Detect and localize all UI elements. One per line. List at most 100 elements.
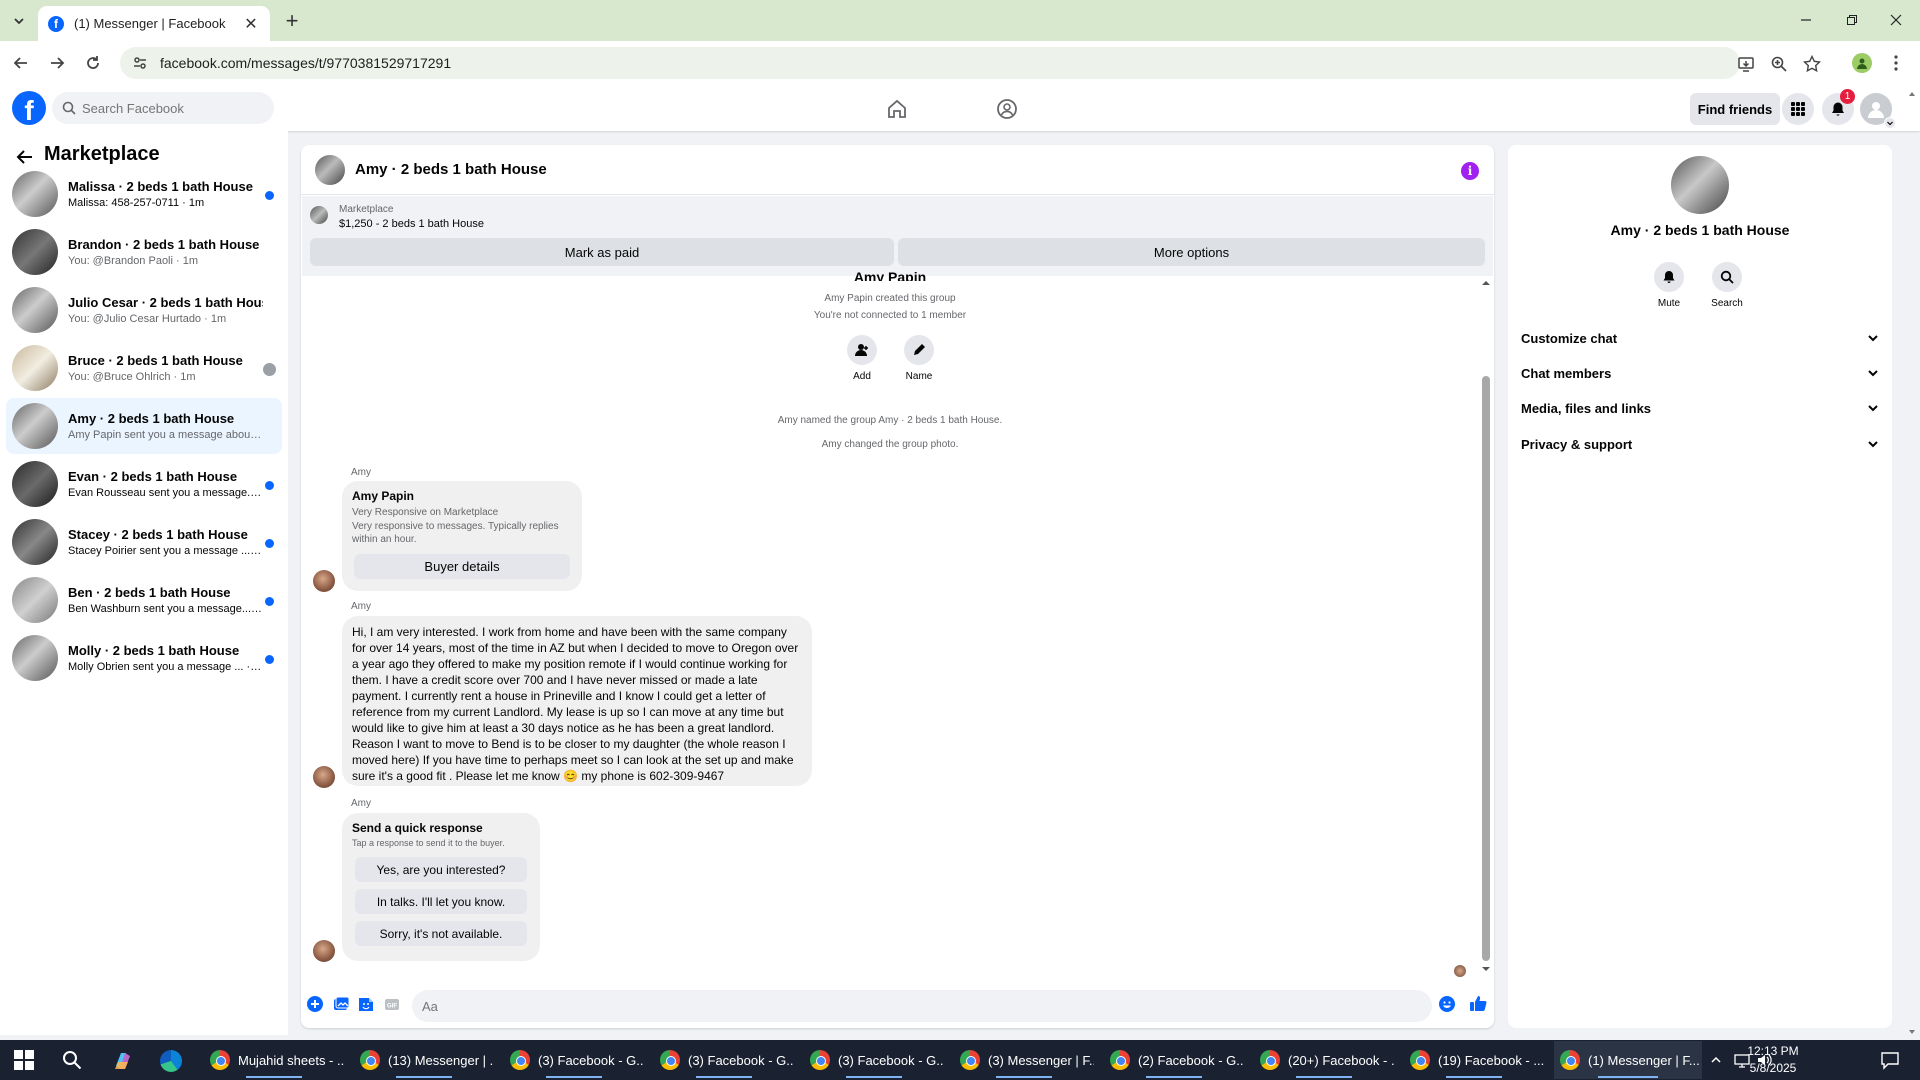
taskbar-item[interactable]: Mujahid sheets - ... xyxy=(204,1041,344,1079)
copilot-icon[interactable] xyxy=(112,1050,134,1072)
taskbar-item[interactable]: (20+) Facebook - ... xyxy=(1254,1041,1394,1079)
minimize-button[interactable] xyxy=(1786,8,1826,32)
conversation-item[interactable]: Ben · 2 beds 1 bath House Ben Washburn se… xyxy=(6,572,282,628)
conversation-item-active[interactable]: Amy · 2 beds 1 bath House Amy Papin sent … xyxy=(6,398,282,454)
facebook-favicon-icon: f xyxy=(48,15,64,32)
close-window-button[interactable] xyxy=(1876,8,1916,32)
sender-avatar[interactable] xyxy=(313,570,335,592)
quick-response-option[interactable]: In talks. I'll let you know. xyxy=(355,889,527,914)
quick-response-option[interactable]: Yes, are you interested? xyxy=(355,857,527,882)
install-app-icon[interactable] xyxy=(1737,55,1755,73)
groups-icon[interactable] xyxy=(995,97,1019,121)
sender-avatar[interactable] xyxy=(313,940,335,962)
restore-button[interactable] xyxy=(1832,8,1872,32)
sender-avatar[interactable] xyxy=(313,766,335,788)
tray-chevron-up-icon[interactable] xyxy=(1710,1054,1722,1066)
tab-search-chevron-icon[interactable] xyxy=(8,10,30,32)
privacy-support-section[interactable]: Privacy & support xyxy=(1521,429,1879,459)
menu-grid-icon[interactable] xyxy=(1782,93,1814,125)
taskbar-item-label: (2) Facebook - G... xyxy=(1138,1052,1244,1068)
message-bubble[interactable]: Hi, I am very interested. I work from ho… xyxy=(342,616,812,786)
taskbar-item[interactable]: (3) Facebook - G... xyxy=(504,1041,644,1079)
bookmark-star-icon[interactable] xyxy=(1803,55,1821,73)
chat-avatar[interactable] xyxy=(315,154,345,185)
conversation-item[interactable]: Bruce · 2 beds 1 bath House You: @Bruce O… xyxy=(6,340,282,396)
add-member-button[interactable]: Add xyxy=(840,335,884,382)
scrollbar-thumb[interactable] xyxy=(1482,376,1490,961)
listing-thumbnail[interactable] xyxy=(310,206,328,224)
close-tab-icon[interactable]: ✕ xyxy=(242,14,260,34)
mute-button[interactable]: Mute xyxy=(1644,262,1694,309)
edge-browser-icon[interactable] xyxy=(160,1050,182,1072)
media-files-links-section[interactable]: Media, files and links xyxy=(1521,393,1879,423)
message-input[interactable] xyxy=(412,990,1432,1022)
forward-arrow-icon[interactable] xyxy=(44,50,70,76)
customize-chat-section[interactable]: Customize chat xyxy=(1521,323,1879,353)
facebook-search[interactable] xyxy=(52,92,274,124)
sticker-icon[interactable] xyxy=(356,994,376,1014)
address-bar[interactable]: facebook.com/messages/t/9770381529717291 xyxy=(120,47,1740,79)
conversation-item[interactable]: Brandon · 2 beds 1 bath House You: @Brand… xyxy=(6,224,282,280)
search-input[interactable] xyxy=(82,100,262,116)
search-conversation-button[interactable]: Search xyxy=(1702,262,1752,309)
site-info-icon[interactable] xyxy=(132,55,148,71)
sender-name: Amy xyxy=(351,467,371,478)
gif-icon[interactable]: GIF xyxy=(382,994,402,1014)
taskbar-item[interactable]: (3) Facebook - G... xyxy=(654,1041,794,1079)
browser-menu-icon[interactable] xyxy=(1890,53,1902,73)
mark-as-paid-button[interactable]: Mark as paid xyxy=(310,238,894,266)
name-group-button[interactable]: Name xyxy=(897,335,941,382)
notification-center-icon[interactable] xyxy=(1880,1050,1900,1070)
conversation-name: Molly · 2 beds 1 bath House xyxy=(68,643,240,658)
home-icon[interactable] xyxy=(885,97,909,121)
chrome-icon xyxy=(360,1050,380,1070)
scroll-up-arrow-icon[interactable] xyxy=(1480,278,1492,288)
taskbar-search-icon[interactable] xyxy=(62,1050,82,1070)
taskbar-item[interactable]: (19) Facebook - ... xyxy=(1404,1041,1544,1079)
conversation-item[interactable]: Julio Cesar · 2 beds 1 bath House You: @J… xyxy=(6,282,282,338)
buyer-profile-card: Amy Papin Very Responsive on Marketplace… xyxy=(342,481,582,591)
browser-tab-active[interactable]: f (1) Messenger | Facebook ✕ xyxy=(38,6,270,41)
conversation-item[interactable]: Malissa · 2 beds 1 bath House Malissa: 45… xyxy=(6,166,282,222)
account-chevron-icon[interactable] xyxy=(1884,117,1896,129)
taskbar-item[interactable]: (13) Messenger | ... xyxy=(354,1041,494,1079)
url-text[interactable]: facebook.com/messages/t/9770381529717291 xyxy=(160,55,451,71)
chat-members-section[interactable]: Chat members xyxy=(1521,358,1879,388)
find-friends-button[interactable]: Find friends xyxy=(1690,93,1780,125)
info-icon[interactable]: i xyxy=(1461,162,1479,180)
listing-title[interactable]: $1,250 - 2 beds 1 bath House xyxy=(339,218,484,230)
chrome-icon xyxy=(1560,1050,1580,1070)
conversation-item[interactable]: Evan · 2 beds 1 bath House Evan Rousseau … xyxy=(6,456,282,512)
taskbar-item-label: (3) Facebook - G... xyxy=(688,1052,794,1068)
plus-circle-icon[interactable] xyxy=(305,994,325,1014)
quick-response-option[interactable]: Sorry, it's not available. xyxy=(355,921,527,946)
new-tab-button[interactable]: + xyxy=(280,8,304,33)
facebook-logo-icon[interactable]: f xyxy=(12,91,46,125)
chat-details-panel xyxy=(1508,145,1892,1028)
group-avatar[interactable] xyxy=(1671,156,1729,214)
back-arrow-icon[interactable] xyxy=(14,146,36,168)
taskbar-item[interactable]: (3) Facebook - G... xyxy=(804,1041,944,1079)
conversation-item[interactable]: Molly · 2 beds 1 bath House Molly Obrien … xyxy=(6,630,282,686)
system-clock[interactable]: 12:13 PM 5/8/2025 xyxy=(1728,1043,1818,1077)
chat-title[interactable]: Amy · 2 beds 1 bath House xyxy=(355,161,547,178)
zoom-icon[interactable] xyxy=(1770,55,1788,73)
scroll-down-arrow-icon[interactable] xyxy=(1480,964,1492,974)
photo-icon[interactable] xyxy=(331,994,351,1014)
chrome-icon xyxy=(660,1050,680,1070)
page-scroll-down-icon[interactable] xyxy=(1908,1028,1916,1036)
buyer-details-button[interactable]: Buyer details xyxy=(354,554,570,579)
like-thumb-icon[interactable] xyxy=(1468,994,1488,1014)
more-options-button[interactable]: More options xyxy=(898,238,1485,266)
taskbar-item-active[interactable]: (1) Messenger | F... xyxy=(1554,1041,1702,1079)
profile-avatar-icon[interactable] xyxy=(1852,53,1872,73)
reload-icon[interactable] xyxy=(80,50,106,76)
windows-start-icon[interactable] xyxy=(14,1050,34,1070)
conversation-item[interactable]: Stacey · 2 beds 1 bath House Stacey Poiri… xyxy=(6,514,282,570)
taskbar-item[interactable]: (3) Messenger | F... xyxy=(954,1041,1094,1079)
taskbar-item[interactable]: (2) Facebook - G... xyxy=(1104,1041,1244,1079)
page-scroll-up-icon[interactable] xyxy=(1908,90,1916,98)
conversation-avatar xyxy=(12,345,58,391)
emoji-icon[interactable] xyxy=(1437,994,1457,1014)
back-arrow-icon[interactable] xyxy=(8,50,34,76)
